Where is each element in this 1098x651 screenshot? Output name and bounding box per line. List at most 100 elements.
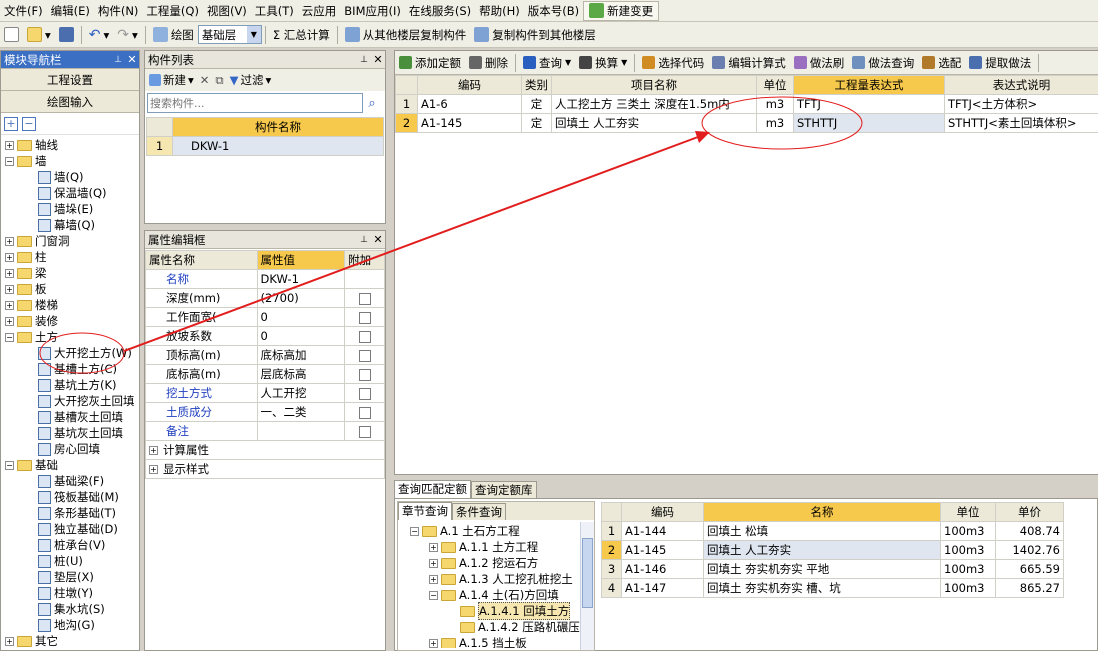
- edit-formula-button[interactable]: 编辑计算式: [708, 52, 790, 74]
- property-group-row[interactable]: + 显示样式: [145, 459, 385, 479]
- property-value[interactable]: 底标高加: [256, 345, 346, 365]
- add-quota-button[interactable]: 添加定额: [395, 52, 465, 74]
- library-code-cell[interactable]: A1-144: [621, 521, 704, 541]
- draw-button[interactable]: 绘图: [149, 24, 198, 46]
- property-row[interactable]: 备注: [145, 421, 385, 441]
- component-name-cell[interactable]: DKW-1: [172, 136, 384, 156]
- close-icon[interactable]: ✕: [371, 233, 385, 246]
- property-value[interactable]: 0: [256, 307, 346, 327]
- tree-folder[interactable]: + 轴线: [5, 137, 139, 153]
- menu-online[interactable]: 在线服务(S): [405, 3, 475, 19]
- new-component-button[interactable]: 新建 ▾: [149, 72, 194, 88]
- table-row[interactable]: 1 A1-6 定人工挖土方 三类土 深度在1.5m内 m3 TFTJ TFTJ<土方体积>: [395, 94, 1098, 114]
- tree-item[interactable]: 房心回填: [5, 441, 139, 457]
- chapter-tree-item[interactable]: + A.1.3 人工挖孔桩挖土: [410, 571, 594, 587]
- redo-button[interactable]: ↷ ▾: [113, 24, 142, 46]
- property-value[interactable]: DKW-1: [256, 269, 346, 289]
- library-unit-cell[interactable]: 100m3: [940, 559, 996, 579]
- property-row[interactable]: 深度(mm) (2700): [145, 288, 385, 308]
- menu-bim[interactable]: BIM应用(I): [340, 3, 405, 19]
- property-group-row[interactable]: + 计算属性: [145, 440, 385, 460]
- checkbox[interactable]: [358, 425, 371, 438]
- checkbox[interactable]: [358, 330, 371, 343]
- expand-icon[interactable]: +: [5, 268, 14, 278]
- library-name-cell[interactable]: 回填土 松填: [703, 521, 941, 541]
- chapter-tree-item[interactable]: + A.1.2 挖运石方: [410, 555, 594, 571]
- tree-item[interactable]: 基槽灰土回填: [5, 409, 139, 425]
- component-search-input[interactable]: [147, 93, 363, 113]
- tree-item[interactable]: 墙(Q): [5, 169, 139, 185]
- expand-icon[interactable]: +: [5, 252, 14, 262]
- match-button[interactable]: 选配: [918, 52, 965, 74]
- checkbox[interactable]: [358, 349, 371, 362]
- tree-item[interactable]: 大开挖土方(W): [5, 345, 139, 361]
- filter-button[interactable]: ▼ 过滤 ▾: [230, 72, 272, 88]
- collapse-icon[interactable]: −: [410, 526, 419, 536]
- checkbox[interactable]: [358, 311, 371, 324]
- property-value[interactable]: 人工开挖: [256, 383, 346, 403]
- quota-cat-cell[interactable]: 定: [521, 94, 552, 114]
- tree-item[interactable]: 保温墙(Q): [5, 185, 139, 201]
- library-price-cell[interactable]: 865.27: [995, 578, 1064, 598]
- undo-button[interactable]: ↶ ▾: [85, 24, 114, 46]
- tree-item[interactable]: 墙垛(E): [5, 201, 139, 217]
- copy-to-floor-button[interactable]: 复制构件到其他楼层: [470, 24, 600, 46]
- tree-item[interactable]: 筏板基础(M): [5, 489, 139, 505]
- property-value[interactable]: 层底标高: [256, 364, 346, 384]
- table-row[interactable]: 3 A1-146 回填土 夯实机夯实 平地 100m3 665.59: [601, 559, 1064, 579]
- property-row[interactable]: 放坡系数 0: [145, 326, 385, 346]
- tree-item[interactable]: 基坑灰土回填: [5, 425, 139, 441]
- convert-button[interactable]: 换算 ▼: [575, 52, 631, 74]
- menu-cloud[interactable]: 云应用: [298, 3, 341, 19]
- collapse-all-icon[interactable]: −: [22, 116, 36, 131]
- property-row[interactable]: 顶标高(m) 底标高加: [145, 345, 385, 365]
- expand-icon[interactable]: +: [5, 316, 14, 326]
- table-row[interactable]: 2 A1-145 回填土 人工夯实 100m3 1402.76: [601, 540, 1064, 560]
- delete-button[interactable]: 删除: [465, 52, 512, 74]
- table-row[interactable]: 4 A1-147 回填土 夯实机夯实 槽、坑 100m3 865.27: [601, 578, 1064, 598]
- property-row[interactable]: 土质成分 一、二类: [145, 402, 385, 422]
- pin-icon[interactable]: ⊥: [111, 55, 125, 65]
- expand-icon[interactable]: +: [5, 284, 14, 294]
- tree-item[interactable]: 独立基础(D): [5, 521, 139, 537]
- library-name-cell[interactable]: 回填土 夯实机夯实 平地: [703, 559, 941, 579]
- scrollbar-thumb[interactable]: [582, 538, 593, 608]
- expand-icon[interactable]: +: [149, 446, 158, 455]
- quota-desc-cell[interactable]: TFTJ<土方体积>: [944, 94, 1098, 114]
- tree-item[interactable]: 条形基础(T): [5, 505, 139, 521]
- quota-code-cell[interactable]: A1-145: [417, 113, 522, 133]
- menu-edit[interactable]: 编辑(E): [47, 3, 94, 19]
- tab-chapter-query[interactable]: 章节查询: [398, 502, 452, 520]
- tree-folder[interactable]: − 基础: [5, 457, 139, 473]
- chapter-tree-item[interactable]: A.1.4.2 压路机碾压: [410, 619, 594, 635]
- tree-folder[interactable]: + 楼梯: [5, 297, 139, 313]
- search-icon[interactable]: ⌕: [363, 96, 381, 111]
- quota-expr-cell[interactable]: STHTTJ: [793, 113, 945, 133]
- menu-component[interactable]: 构件(N): [94, 3, 143, 19]
- tab-quota-library[interactable]: 查询定额库: [471, 481, 537, 498]
- tree-item[interactable]: 地沟(G): [5, 617, 139, 633]
- quota-code-cell[interactable]: A1-6: [417, 94, 522, 114]
- property-row[interactable]: 名称 DKW-1: [145, 269, 385, 289]
- quota-unit-cell[interactable]: m3: [756, 94, 794, 114]
- chapter-tree-item[interactable]: A.1.4.1 回填土方: [410, 602, 594, 620]
- chapter-tree-item[interactable]: + A.1.1 土方工程: [410, 539, 594, 555]
- delete-icon[interactable]: ✕: [200, 73, 210, 87]
- summary-calc-button[interactable]: Σ 汇总计算: [269, 24, 334, 46]
- menu-quantity[interactable]: 工程量(Q): [142, 3, 203, 19]
- floor-select[interactable]: 基础层 ▼: [197, 25, 262, 44]
- tree-item[interactable]: 基础梁(F): [5, 473, 139, 489]
- expand-icon[interactable]: +: [5, 140, 14, 150]
- method-brush-button[interactable]: 做法刷: [790, 52, 849, 74]
- tree-folder[interactable]: + 梁: [5, 265, 139, 281]
- chapter-tree-item[interactable]: − A.1.4 土(石)方回填: [410, 587, 594, 603]
- library-name-cell[interactable]: 回填土 人工夯实: [703, 540, 941, 560]
- expand-icon[interactable]: +: [429, 558, 438, 568]
- checkbox[interactable]: [358, 406, 371, 419]
- tree-item[interactable]: 大开挖灰土回填: [5, 393, 139, 409]
- property-value[interactable]: 0: [256, 326, 346, 346]
- tree-item[interactable]: 基坑土方(K): [5, 377, 139, 393]
- tree-item[interactable]: 幕墙(Q): [5, 217, 139, 233]
- expand-icon[interactable]: +: [5, 300, 14, 310]
- library-unit-cell[interactable]: 100m3: [940, 578, 996, 598]
